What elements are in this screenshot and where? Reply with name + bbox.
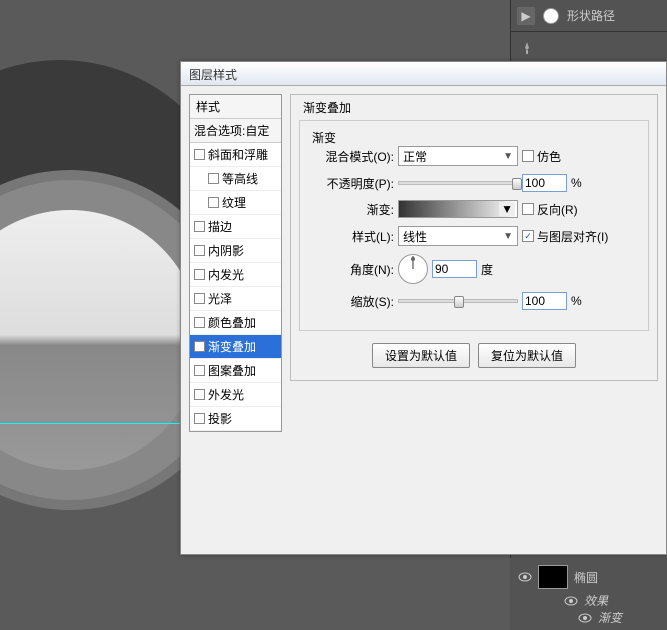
dialog-titlebar[interactable]: 图层样式 bbox=[181, 62, 666, 86]
style-item-label: 描边 bbox=[208, 218, 232, 235]
style-checkbox[interactable] bbox=[194, 245, 205, 256]
percent-label: % bbox=[571, 176, 582, 190]
settings-group-title: 渐变叠加 bbox=[299, 99, 355, 116]
visibility-icon[interactable] bbox=[564, 594, 578, 608]
style-item[interactable]: 描边 bbox=[190, 215, 281, 239]
style-item-label: 内发光 bbox=[208, 266, 244, 283]
gradient-label: 渐变: bbox=[308, 201, 394, 218]
dialog-title: 图层样式 bbox=[189, 68, 237, 82]
shape-path-label: 形状路径 bbox=[567, 7, 615, 24]
style-item-label: 光泽 bbox=[208, 290, 232, 307]
style-item-label: 纹理 bbox=[222, 194, 246, 211]
style-list-header[interactable]: 样式 bbox=[190, 95, 281, 119]
settings-panel: 渐变叠加 渐变 混合模式(O): 正常 ▼ 仿色 bbox=[290, 94, 658, 432]
style-item[interactable]: 纹理 bbox=[190, 191, 281, 215]
fx-sub-row[interactable]: 渐变 bbox=[514, 609, 663, 626]
angle-input[interactable] bbox=[432, 260, 477, 278]
style-item-label: 外发光 bbox=[208, 386, 244, 403]
angle-label: 角度(N): bbox=[308, 261, 394, 278]
scale-input[interactable] bbox=[522, 292, 567, 310]
percent-label: % bbox=[571, 294, 582, 308]
dropdown-arrow-icon: ▼ bbox=[503, 231, 513, 242]
style-checkbox[interactable]: ✓ bbox=[194, 341, 205, 352]
degree-label: 度 bbox=[481, 261, 493, 278]
play-icon[interactable]: ▶ bbox=[517, 7, 535, 25]
style-item[interactable]: 图案叠加 bbox=[190, 359, 281, 383]
dither-label: 仿色 bbox=[537, 148, 561, 165]
style-item-label: 图案叠加 bbox=[208, 362, 256, 379]
style-checkbox[interactable] bbox=[194, 293, 205, 304]
style-item[interactable]: 内阴影 bbox=[190, 239, 281, 263]
layer-name: 椭圆 bbox=[574, 569, 598, 586]
layer-thumbnail bbox=[538, 565, 568, 589]
visibility-icon[interactable] bbox=[578, 611, 592, 625]
style-list: 样式 混合选项:自定 斜面和浮雕等高线纹理描边内阴影内发光光泽颜色叠加✓渐变叠加… bbox=[189, 94, 282, 432]
layer-style-dialog: 图层样式 样式 混合选项:自定 斜面和浮雕等高线纹理描边内阴影内发光光泽颜色叠加… bbox=[180, 61, 667, 555]
style-select[interactable]: 线性 ▼ bbox=[398, 226, 518, 246]
align-label: 与图层对齐(I) bbox=[537, 228, 608, 245]
blend-mode-label: 混合模式(O): bbox=[308, 148, 394, 165]
style-item-label: 投影 bbox=[208, 410, 232, 427]
style-checkbox[interactable] bbox=[194, 269, 205, 280]
style-value: 线性 bbox=[403, 228, 427, 245]
style-checkbox[interactable] bbox=[194, 413, 205, 424]
opacity-slider[interactable] bbox=[398, 181, 518, 185]
style-item-label: 等高线 bbox=[222, 170, 258, 187]
style-item-label: 斜面和浮雕 bbox=[208, 146, 268, 163]
style-item[interactable]: 等高线 bbox=[190, 167, 281, 191]
style-checkbox[interactable] bbox=[194, 389, 205, 400]
dropdown-arrow-icon: ▼ bbox=[503, 151, 513, 162]
settings-sub-title: 渐变 bbox=[308, 129, 340, 146]
layers-panel: 椭圆 效果 渐变 bbox=[510, 558, 667, 630]
reverse-label: 反向(R) bbox=[537, 201, 578, 218]
angle-dial[interactable] bbox=[398, 254, 428, 284]
style-item[interactable]: 斜面和浮雕 bbox=[190, 143, 281, 167]
layer-row[interactable]: 椭圆 bbox=[514, 562, 663, 592]
style-item-label: 颜色叠加 bbox=[208, 314, 256, 331]
style-item[interactable]: 光泽 bbox=[190, 287, 281, 311]
scale-slider[interactable] bbox=[398, 299, 518, 303]
visibility-icon[interactable] bbox=[518, 570, 532, 584]
style-item[interactable]: 投影 bbox=[190, 407, 281, 431]
dither-checkbox[interactable] bbox=[522, 150, 534, 162]
style-item[interactable]: 外发光 bbox=[190, 383, 281, 407]
scale-label: 缩放(S): bbox=[308, 293, 394, 310]
fx-label: 效果 bbox=[584, 592, 608, 609]
style-item-label: 内阴影 bbox=[208, 242, 244, 259]
style-checkbox[interactable] bbox=[208, 173, 219, 184]
style-checkbox[interactable] bbox=[194, 365, 205, 376]
style-item[interactable]: 内发光 bbox=[190, 263, 281, 287]
set-default-button[interactable]: 设置为默认值 bbox=[372, 343, 470, 368]
style-item[interactable]: ✓渐变叠加 bbox=[190, 335, 281, 359]
fx-sub-label: 渐变 bbox=[598, 609, 622, 626]
fx-row[interactable]: 效果 bbox=[514, 592, 663, 609]
reverse-checkbox[interactable] bbox=[522, 203, 534, 215]
style-checkbox[interactable] bbox=[208, 197, 219, 208]
blend-options-item[interactable]: 混合选项:自定 bbox=[190, 119, 281, 143]
align-checkbox[interactable]: ✓ bbox=[522, 230, 534, 242]
opacity-label: 不透明度(P): bbox=[308, 175, 394, 192]
style-checkbox[interactable] bbox=[194, 149, 205, 160]
style-item[interactable]: 颜色叠加 bbox=[190, 311, 281, 335]
shape-circle-icon[interactable] bbox=[543, 8, 559, 24]
blend-mode-value: 正常 bbox=[403, 148, 427, 165]
opacity-input[interactable] bbox=[522, 174, 567, 192]
style-label: 样式(L): bbox=[308, 228, 394, 245]
dropdown-arrow-icon: ▼ bbox=[499, 202, 515, 216]
gradient-preview[interactable]: ▼ bbox=[398, 200, 518, 218]
blend-mode-select[interactable]: 正常 ▼ bbox=[398, 146, 518, 166]
style-item-label: 渐变叠加 bbox=[208, 338, 256, 355]
reset-default-button[interactable]: 复位为默认值 bbox=[478, 343, 576, 368]
style-checkbox[interactable] bbox=[194, 317, 205, 328]
style-checkbox[interactable] bbox=[194, 221, 205, 232]
